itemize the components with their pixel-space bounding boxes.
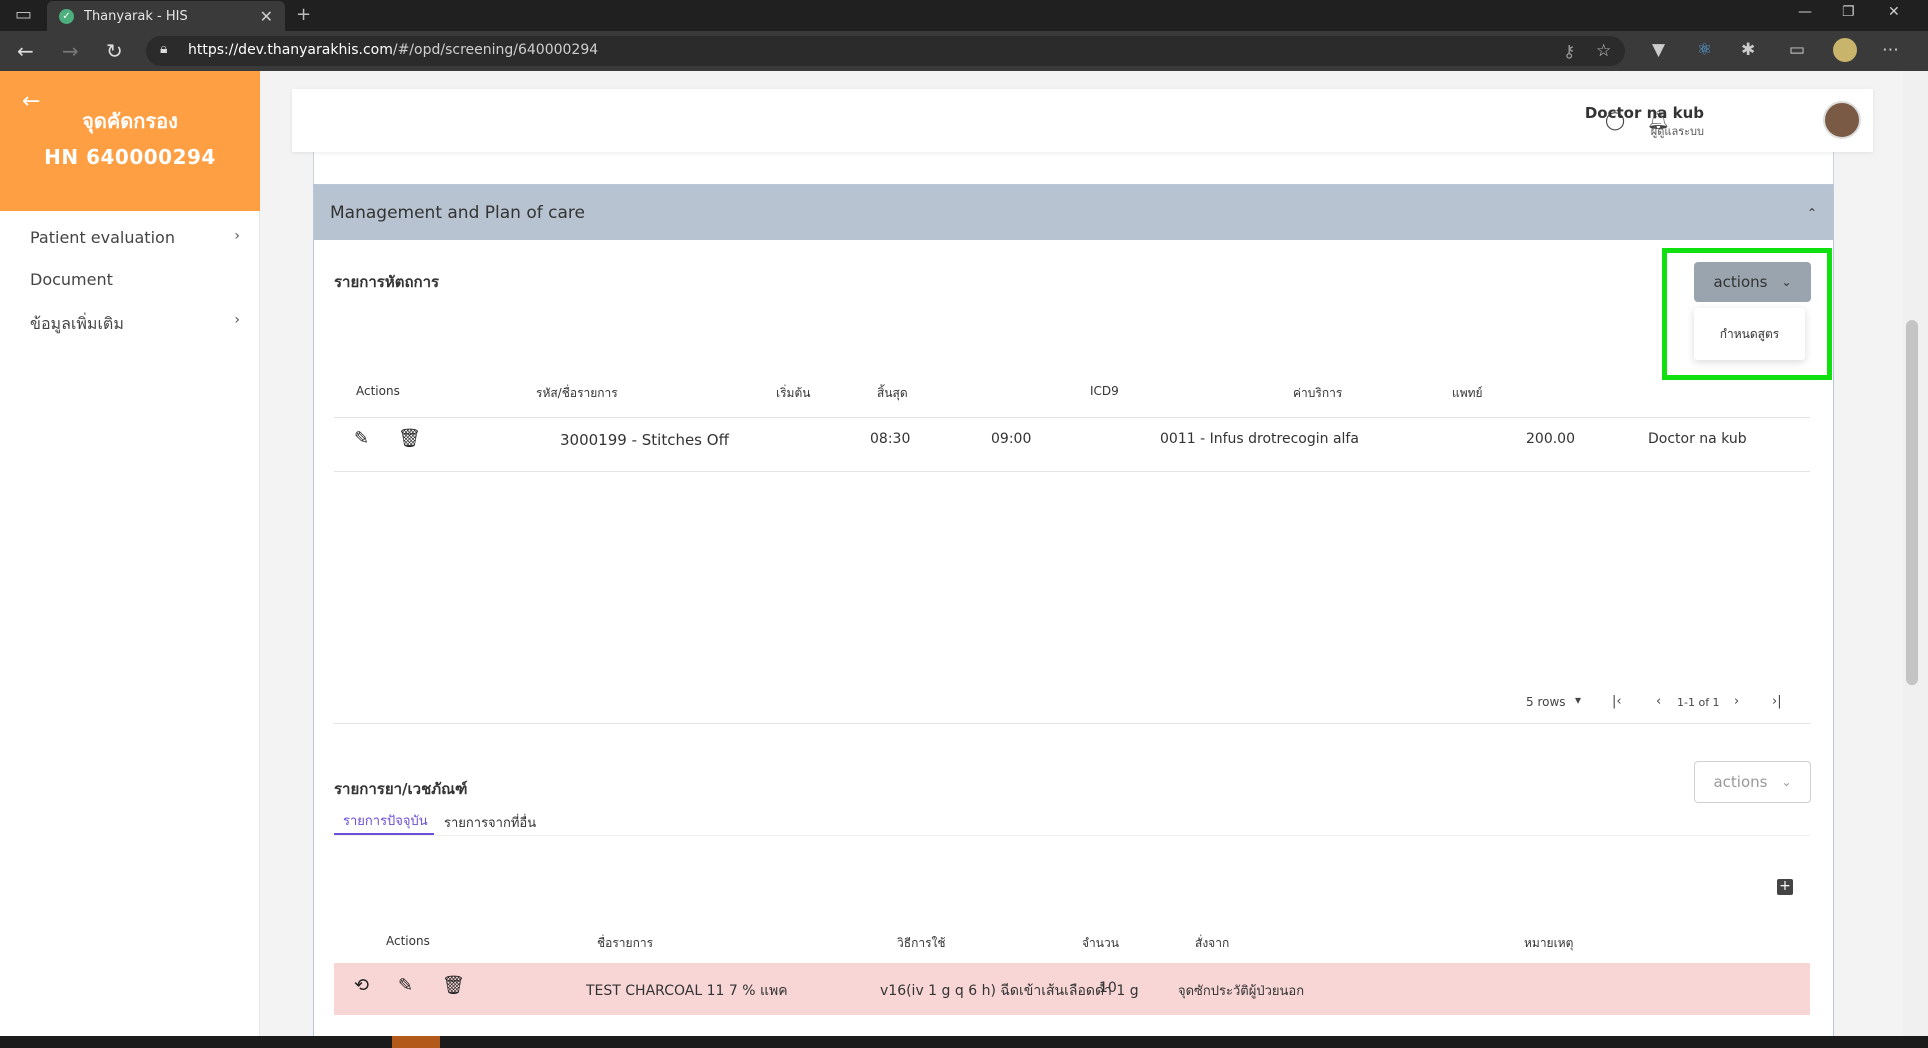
chevron-up-icon[interactable]: ⌃ (1807, 206, 1817, 220)
panel-title: Management and Plan of care (330, 202, 585, 223)
refresh-cycle-icon[interactable]: ⟲ (354, 975, 369, 996)
management-plan-panel: Management and Plan of care ⌃ รายการหัตถ… (313, 184, 1834, 1036)
divider (334, 417, 1810, 418)
sidebar-item-additional-info[interactable]: ข้อมูลเพิ่มเติม › (30, 312, 240, 337)
col-header: หมายเหตุ (1524, 936, 1574, 950)
sidebar-item-document[interactable]: Document (30, 270, 240, 289)
procedure-price: 200.00 (1526, 431, 1575, 447)
sidebar-item-patient-evaluation[interactable]: Patient evaluation › (30, 228, 240, 247)
extension-v-icon[interactable]: ▼ (1652, 40, 1665, 60)
col-header: รหัส/ชื่อรายการ (536, 386, 618, 400)
main-content: Management and Plan of care ⌃ รายการหัตถ… (261, 71, 1903, 1036)
minimize-button[interactable]: — (1798, 4, 1812, 20)
forward-arrow-icon[interactable]: → (62, 39, 79, 63)
drug-ordered-from: จุดซักประวัติผู้ป่วยนอก (1178, 984, 1305, 999)
browser-tab-bar: ▭ ✓ Thanyarak - HIS ✕ + — ❐ ✕ (0, 0, 1928, 31)
tab-title: Thanyarak - HIS (84, 8, 188, 24)
more-menu-icon[interactable]: ⋯ (1882, 40, 1899, 60)
divider (334, 723, 1810, 724)
sidebar-item-label: ข้อมูลเพิ่มเติม (30, 314, 124, 333)
col-header: เริ่มต้น (776, 386, 811, 400)
caret-down-icon[interactable]: ▾ (1575, 693, 1581, 707)
new-tab-button[interactable]: + (296, 4, 311, 25)
browser-tab[interactable]: ✓ Thanyarak - HIS ✕ (47, 1, 285, 31)
patient-hn: HN 640000294 (44, 145, 216, 169)
procedure-doctor: Doctor na kub (1648, 431, 1747, 447)
delete-trash-icon[interactable]: 🗑︎ (398, 428, 421, 449)
col-header: ค่าบริการ (1293, 386, 1343, 400)
edit-pencil-icon[interactable]: ✎ (354, 428, 369, 449)
app-header: ◯ 🔔︎ Doctor na kub ผู้ดูแลระบบ (292, 89, 1873, 152)
col-header: สิ้นสุด (877, 386, 908, 400)
col-header: สั่งจาก (1195, 936, 1230, 950)
procedure-item: 3000199 - Stitches Off (560, 431, 729, 449)
procedure-icd9: 0011 - Infus drotrecogin alfa (1160, 431, 1359, 447)
col-header: วิธีการใช้ (897, 936, 946, 950)
procedures-title: รายการหัตถการ (334, 273, 440, 291)
first-page-icon[interactable]: |‹ (1612, 694, 1622, 709)
divider (334, 835, 1810, 836)
address-bar: ← → ↻ 🔒︎ https://dev.thanyarakhis.com/#/… (0, 31, 1928, 71)
favorites-star-icon[interactable]: ☆ (1596, 41, 1611, 61)
procedure-end: 09:00 (991, 431, 1032, 447)
col-header: แพทย์ (1452, 386, 1483, 400)
cast-icon[interactable]: ▭ (1789, 40, 1805, 60)
last-page-icon[interactable]: ›| (1772, 694, 1782, 709)
sidebar: ← จุดคัดกรอง HN 640000294 Patient evalua… (0, 71, 260, 1036)
col-header: Actions (356, 384, 400, 398)
actions-label: actions (1713, 773, 1768, 791)
url-text: https://dev.thanyarakhis.com/#/opd/scree… (188, 42, 599, 58)
site-favicon-icon: ✓ (59, 8, 74, 24)
reload-icon[interactable]: ↻ (106, 39, 123, 63)
back-arrow-icon[interactable]: ← (17, 39, 34, 63)
chevron-right-icon: › (234, 228, 240, 244)
browser-profile-avatar[interactable] (1833, 38, 1857, 62)
drugs-actions-button[interactable]: actions ⌄ (1694, 761, 1811, 803)
page-range: 1-1 of 1 (1677, 696, 1720, 709)
extension-react-icon[interactable]: ⚛ (1697, 40, 1712, 60)
col-header: Actions (386, 934, 430, 948)
chevron-right-icon: › (234, 312, 240, 328)
drug-qty: 10 (1099, 980, 1117, 996)
divider (334, 471, 1810, 472)
user-avatar[interactable] (1823, 101, 1861, 139)
extensions-puzzle-icon[interactable]: ✱ (1741, 40, 1755, 60)
window-close-button[interactable]: ✕ (1888, 4, 1900, 20)
drugs-title: รายการยา/เวชภัณฑ์ (334, 780, 468, 798)
add-item-icon[interactable]: + (1777, 879, 1793, 895)
procedure-start: 08:30 (870, 431, 911, 447)
next-page-icon[interactable]: › (1734, 694, 1739, 709)
sidebar-title: จุดคัดกรอง (82, 109, 178, 133)
taskbar (0, 1036, 1928, 1048)
maximize-button[interactable]: ❐ (1842, 4, 1855, 20)
sidebar-header: ← จุดคัดกรอง HN 640000294 (0, 71, 260, 211)
key-icon[interactable]: ⚷ (1563, 42, 1575, 62)
delete-trash-icon[interactable]: 🗑︎ (442, 975, 465, 996)
user-name: Doctor na kub (1584, 104, 1704, 122)
drug-name: TEST CHARCOAL 11 7 % แพค (586, 983, 788, 999)
previous-page-icon[interactable]: ‹ (1656, 694, 1661, 709)
tab-close-icon[interactable]: ✕ (260, 7, 273, 26)
scrollbar-thumb[interactable] (1906, 320, 1918, 685)
taskbar-active-app (392, 1036, 440, 1048)
url-field[interactable]: 🔒︎ https://dev.thanyarakhis.com/#/opd/sc… (146, 36, 1625, 66)
lock-icon: 🔒︎ (160, 41, 168, 57)
sidebar-item-label: Document (30, 270, 113, 289)
user-role: ผู้ดูแลระบบ (1650, 125, 1704, 138)
sidebar-item-label: Patient evaluation (30, 228, 175, 247)
panel-header[interactable]: Management and Plan of care ⌃ (314, 185, 1833, 240)
rows-per-page-select[interactable]: 5 rows (1526, 695, 1566, 709)
col-header: ชื่อรายการ (597, 936, 654, 950)
tab-other-items[interactable]: รายการจากที่อื่น (444, 812, 536, 833)
chevron-down-icon: ⌄ (1781, 775, 1792, 789)
highlight-box (1662, 248, 1832, 380)
tab-current-items[interactable]: รายการปัจจุบัน (343, 810, 428, 831)
col-header: จำนวน (1082, 936, 1119, 950)
col-header: ICD9 (1090, 384, 1119, 398)
tab-actions-icon[interactable]: ▭ (15, 4, 32, 25)
edit-pencil-icon[interactable]: ✎ (398, 975, 413, 996)
